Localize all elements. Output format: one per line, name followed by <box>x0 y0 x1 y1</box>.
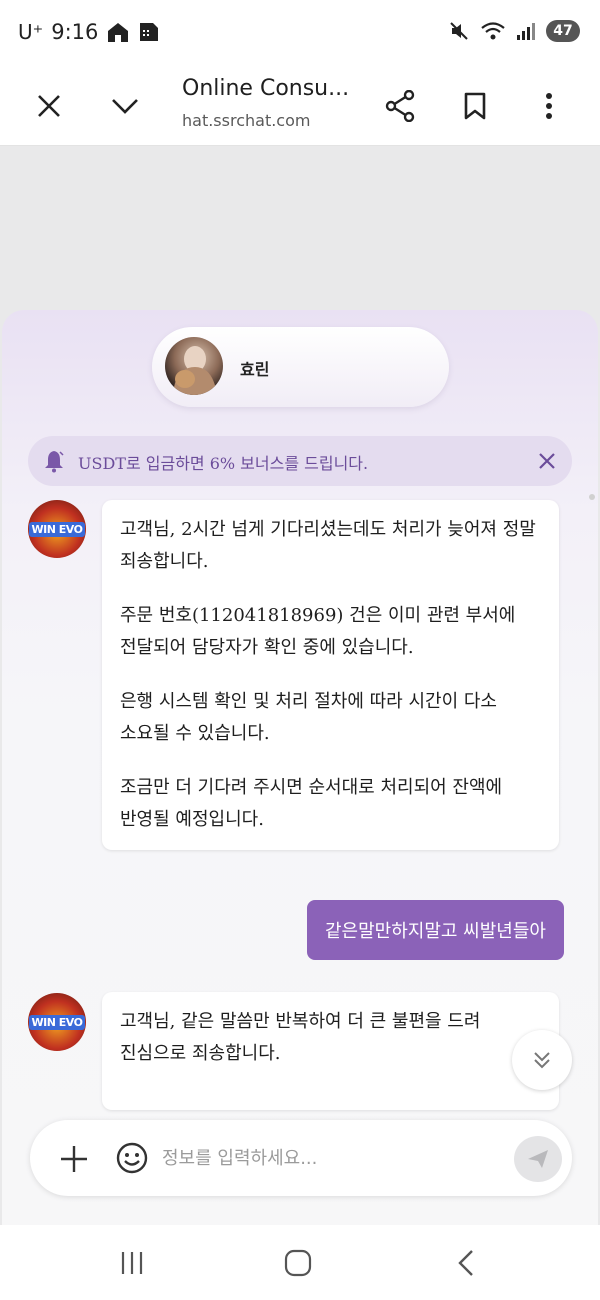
recents-button[interactable] <box>112 1243 152 1283</box>
back-button[interactable] <box>446 1243 486 1283</box>
more-vert-icon <box>546 93 552 119</box>
share-icon <box>385 90 415 122</box>
status-bar: U⁺ 9:16 47 <box>0 0 600 68</box>
message-paragraph: 조금만 더 기다려 주시면 순서대로 처리되어 잔액에 반영될 예정입니다. <box>120 777 503 830</box>
sim-card-icon <box>140 23 159 41</box>
agent-avatar <box>165 337 223 395</box>
bot-avatar: WIN EVO <box>28 500 86 558</box>
system-navigation-bar <box>0 1225 600 1300</box>
message-input-bar <box>30 1120 572 1196</box>
back-icon <box>458 1250 473 1276</box>
message-paragraph: 고객님, 2시간 넘게 기다리셨는데도 처리가 늦어져 정말 죄송합니다. <box>120 519 536 572</box>
plus-icon[interactable] <box>58 1143 90 1175</box>
page-url: hat.ssrchat.com <box>182 111 311 130</box>
status-left: U⁺ 9:16 <box>18 20 160 44</box>
bot-logo: WIN EVO <box>28 1014 86 1030</box>
chat-panel: 효린 USDT로 입금하면 6% 보너스를 드립니다. WIN EVO 고객님,… <box>2 310 598 1225</box>
notice-banner: USDT로 입금하면 6% 보너스를 드립니다. <box>28 436 572 486</box>
minimize-button[interactable] <box>102 83 148 129</box>
bot-message: 고객님, 같은 말씀만 반복하여 더 큰 불편을 드려 진심으로 죄송합니다. <box>102 992 559 1110</box>
send-button[interactable] <box>514 1136 562 1182</box>
page-title: Online Consu... <box>182 76 350 101</box>
recents-icon <box>121 1252 143 1274</box>
bookmark-icon <box>464 92 486 120</box>
close-icon <box>38 95 60 117</box>
clock: 9:16 <box>51 20 99 44</box>
user-message: 같은말만하지말고 씨발년들아 <box>306 900 564 960</box>
bell-icon <box>45 451 64 473</box>
carrier-label: U⁺ <box>18 20 44 44</box>
mute-icon <box>450 22 468 40</box>
double-chevron-down-icon <box>534 1052 550 1069</box>
home-button[interactable] <box>278 1243 318 1283</box>
notice-close-button[interactable] <box>534 448 560 474</box>
send-icon <box>528 1150 548 1168</box>
message-input[interactable] <box>162 1140 502 1176</box>
bookmark-button[interactable] <box>452 83 498 129</box>
battery-indicator: 47 <box>546 20 580 42</box>
status-right: 47 <box>448 20 580 42</box>
scrollbar-thumb[interactable] <box>589 494 595 500</box>
browser-toolbar: Online Consu... hat.ssrchat.com <box>0 68 600 146</box>
more-options-button[interactable] <box>526 83 572 129</box>
home-icon <box>284 1249 312 1277</box>
bot-logo: WIN EVO <box>28 521 86 537</box>
signal-icon <box>517 23 535 40</box>
emoji-icon[interactable] <box>116 1142 148 1174</box>
close-icon <box>539 453 555 469</box>
share-button[interactable] <box>377 83 423 129</box>
message-paragraph: 고객님, 같은 말씀만 반복하여 더 큰 불편을 드려 진심으로 죄송합니다. <box>120 1011 481 1064</box>
agent-name: 효린 <box>240 360 270 379</box>
chevron-down-icon <box>112 99 138 114</box>
agent-header: 효린 <box>152 327 449 407</box>
bot-message: 고객님, 2시간 넘게 기다리셨는데도 처리가 늦어져 정말 죄송합니다. 주문… <box>102 500 559 850</box>
bot-avatar: WIN EVO <box>28 993 86 1051</box>
close-button[interactable] <box>26 83 72 129</box>
notice-text: USDT로 입금하면 6% 보너스를 드립니다. <box>78 454 369 473</box>
message-paragraph: 은행 시스템 확인 및 처리 절차에 따라 시간이 다소 소요될 수 있습니다. <box>120 691 497 744</box>
scroll-to-bottom-button[interactable] <box>512 1030 572 1090</box>
wifi-icon <box>481 22 505 40</box>
home-status-icon <box>108 23 129 42</box>
message-paragraph: 주문 번호(112041818969) 건은 이미 관련 부서에 전달되어 담당… <box>120 605 516 658</box>
